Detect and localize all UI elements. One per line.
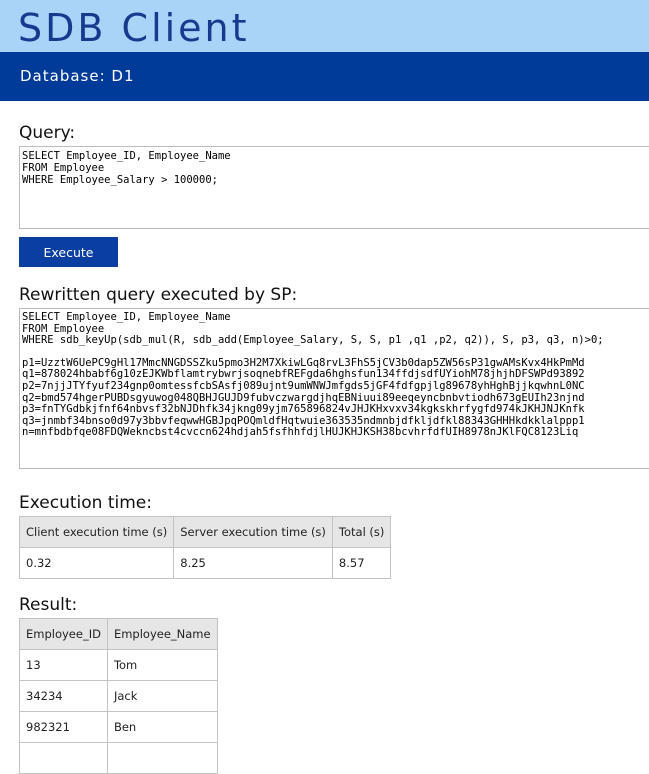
execution-time-table: Client execution time (s) Server executi… [18,516,392,579]
rewritten-query-heading: Rewritten query executed by SP: [19,285,298,305]
app-title: SDB Client [18,6,250,50]
employee-name-cell: Jack [106,680,218,712]
app-header: SDB Client [0,0,649,52]
column-header-employee-id: Employee_ID [19,618,108,650]
parameter-line: p2=7njjJTYfyuf234gnp0omtessfcbSAsfj089uj… [22,379,585,392]
column-header-employee-name: Employee_Name [106,618,218,650]
database-bar: Database: D1 [0,52,649,101]
result-heading: Result: [19,595,78,615]
employee-name-cell [106,742,218,774]
table-header-row: Client execution time (s) Server executi… [18,516,392,548]
table-row: 13 Tom [19,649,218,681]
client-time-value: 0.32 [18,547,175,579]
employee-id-cell [19,742,108,774]
table-row: 982321 Ben [19,711,218,743]
employee-id-cell: 982321 [19,711,108,743]
employee-name-cell: Ben [106,711,218,743]
table-row: 34234 Jack [19,680,218,712]
table-row: 0.32 8.25 8.57 [18,547,392,579]
table-row [19,742,218,774]
rewritten-query-line: WHERE sdb_keyUp(sdb_mul(R, sdb_add(Emplo… [22,334,604,347]
query-input[interactable]: SELECT Employee_ID, Employee_Name FROM Em… [19,146,649,229]
execute-button[interactable]: Execute [19,237,118,267]
query-line: FROM Employee [22,162,105,174]
column-header-client-time: Client execution time (s) [18,516,175,548]
parameter-line: p3=fnTYGdbkjfnf64nbvsf32bNJDhfk34jkng09y… [22,403,585,416]
parameter-line: n=mnfbdbfqe08FDQWekncbst4cvccn624hdjah5f… [22,426,579,439]
query-line: WHERE Employee_Salary > 100000; [22,174,218,186]
rewritten-query-output: SELECT Employee_ID, Employee_Name FROM Em… [19,308,649,469]
employee-name-cell: Tom [106,649,218,681]
table-header-row: Employee_ID Employee_Name [19,618,218,650]
employee-id-cell: 34234 [19,680,108,712]
employee-id-cell: 13 [19,649,108,681]
execution-time-heading: Execution time: [19,493,152,513]
column-header-total-time: Total (s) [331,516,392,548]
total-time-value: 8.57 [331,547,392,579]
server-time-value: 8.25 [173,547,333,579]
result-table: Employee_ID Employee_Name 13 Tom 34234 J… [19,618,218,774]
query-line: SELECT Employee_ID, Employee_Name [22,150,231,162]
rewritten-query-line: SELECT Employee_ID, Employee_Name [22,311,231,323]
column-header-server-time: Server execution time (s) [173,516,333,548]
query-heading: Query: [19,123,76,143]
database-label: Database: D1 [20,67,135,85]
